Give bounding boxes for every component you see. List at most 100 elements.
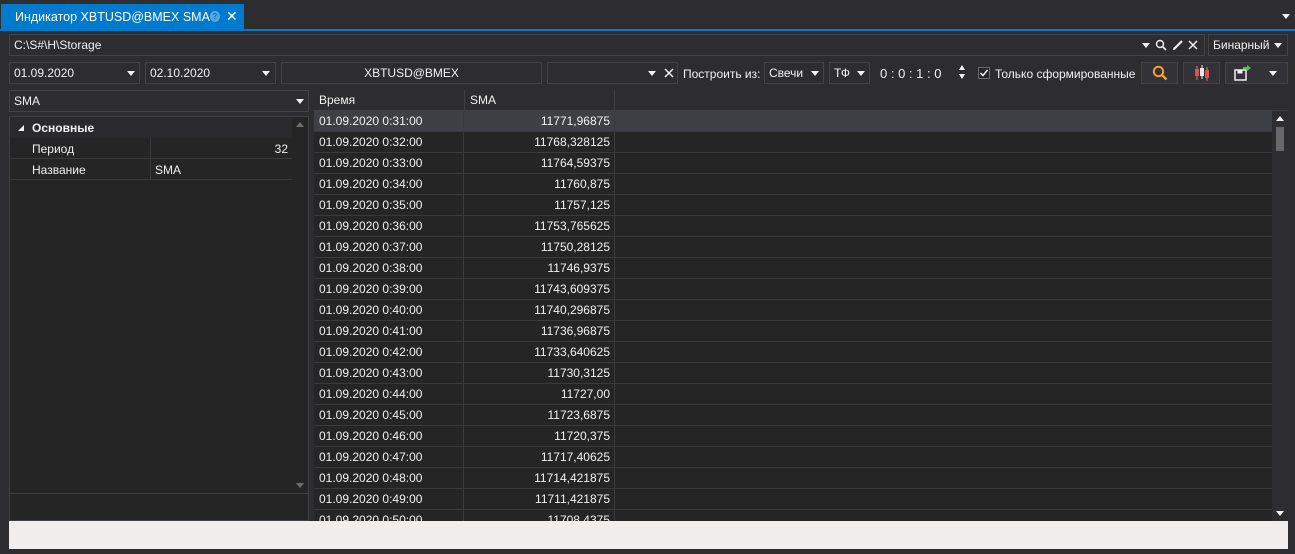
table-row[interactable]: 01.09.2020 0:45:00 11723,6875 bbox=[314, 405, 1272, 426]
property-grid: Основные Период 32 Название SMA bbox=[9, 116, 309, 521]
table-row[interactable]: 01.09.2020 0:47:00 11717,40625 bbox=[314, 447, 1272, 468]
clear-path-icon[interactable] bbox=[1188, 40, 1198, 50]
grid-scrollbar[interactable] bbox=[1272, 111, 1288, 521]
table-row[interactable]: 01.09.2020 0:36:00 11753,765625 bbox=[314, 216, 1272, 237]
cell-sma: 11730,3125 bbox=[464, 363, 615, 383]
search-icon[interactable] bbox=[1155, 39, 1167, 51]
candles-button[interactable] bbox=[1183, 62, 1220, 84]
storage-dropdown-arrow[interactable] bbox=[1142, 43, 1150, 48]
security-picker[interactable]: XBTUSD@BMEX bbox=[281, 62, 542, 84]
property-scrollbar[interactable] bbox=[292, 117, 308, 493]
build-from-dropdown-arrow[interactable] bbox=[811, 71, 819, 76]
cell-sma: 11727,00 bbox=[464, 384, 615, 404]
secondary-dropdown-arrow[interactable] bbox=[648, 71, 656, 76]
tab-title: Индикатор XBTUSD@BMEX SMA bbox=[15, 9, 210, 24]
table-row[interactable]: 01.09.2020 0:44:00 11727,00 bbox=[314, 384, 1272, 405]
scroll-down-icon[interactable] bbox=[1272, 507, 1288, 519]
values-grid: Время SMA 01.09.2020 0:31:00 11771,96875 0… bbox=[314, 90, 1288, 521]
cell-time: 01.09.2020 0:36:00 bbox=[314, 216, 464, 236]
export-dropdown-arrow[interactable] bbox=[1269, 71, 1277, 76]
cell-sma: 11723,6875 bbox=[464, 405, 615, 425]
property-row[interactable]: Период 32 bbox=[10, 138, 292, 159]
table-row[interactable]: 01.09.2020 0:46:00 11720,375 bbox=[314, 426, 1272, 447]
cell-time: 01.09.2020 0:35:00 bbox=[314, 195, 464, 215]
table-row[interactable]: 01.09.2020 0:38:00 11746,9375 bbox=[314, 258, 1272, 279]
secondary-combo[interactable] bbox=[547, 62, 678, 84]
search-button[interactable] bbox=[1141, 62, 1178, 84]
category-label: Основные bbox=[32, 121, 95, 135]
timeframe-value[interactable]: 0 : 0 : 1 : 0 bbox=[880, 66, 941, 81]
scroll-down-icon[interactable] bbox=[292, 479, 308, 491]
format-dropdown-arrow[interactable] bbox=[1274, 43, 1282, 48]
grid-body: 01.09.2020 0:31:00 11771,96875 01.09.2020 … bbox=[314, 111, 1272, 521]
column-header-time[interactable]: Время bbox=[314, 90, 465, 111]
table-row[interactable]: 01.09.2020 0:33:00 11764,59375 bbox=[314, 153, 1272, 174]
only-formed-label: Только сформированные bbox=[995, 67, 1136, 81]
property-category[interactable]: Основные bbox=[10, 117, 292, 138]
scroll-up-icon[interactable] bbox=[292, 119, 308, 131]
chevron-down-icon[interactable] bbox=[1280, 10, 1292, 22]
scroll-thumb[interactable] bbox=[1276, 127, 1284, 151]
from-date-picker[interactable]: 01.09.2020 bbox=[9, 62, 140, 84]
cell-time: 01.09.2020 0:31:00 bbox=[314, 111, 464, 131]
cell-sma: 11708,4375 bbox=[464, 510, 615, 521]
cell-time: 01.09.2020 0:42:00 bbox=[314, 342, 464, 362]
cell-time: 01.09.2020 0:49:00 bbox=[314, 489, 464, 509]
cell-time: 01.09.2020 0:50:00 bbox=[314, 510, 464, 521]
table-row[interactable]: 01.09.2020 0:49:00 11711,421875 bbox=[314, 489, 1272, 510]
cell-time: 01.09.2020 0:32:00 bbox=[314, 132, 464, 152]
table-row[interactable]: 01.09.2020 0:32:00 11768,328125 bbox=[314, 132, 1272, 153]
cell-sma: 11768,328125 bbox=[464, 132, 615, 152]
storage-path-combo[interactable]: C:\S#\H\Storage bbox=[9, 34, 1205, 56]
cell-sma: 11740,296875 bbox=[464, 300, 615, 320]
storage-path-text: C:\S#\H\Storage bbox=[14, 38, 102, 52]
cell-sma: 11736,96875 bbox=[464, 321, 615, 341]
close-icon[interactable] bbox=[664, 68, 674, 78]
cell-sma: 11711,421875 bbox=[464, 489, 615, 509]
pin-icon[interactable]: ? bbox=[209, 11, 220, 22]
tab-indicator[interactable]: Индикатор XBTUSD@BMEX SMA ? ✕ bbox=[1, 4, 244, 29]
table-row[interactable]: 01.09.2020 0:48:00 11714,421875 bbox=[314, 468, 1272, 489]
to-date-picker[interactable]: 02.10.2020 bbox=[145, 62, 276, 84]
property-row[interactable]: Название SMA bbox=[10, 159, 292, 180]
table-row[interactable]: 01.09.2020 0:42:00 11733,640625 bbox=[314, 342, 1272, 363]
table-row[interactable]: 01.09.2020 0:41:00 11736,96875 bbox=[314, 321, 1272, 342]
table-row[interactable]: 01.09.2020 0:43:00 11730,3125 bbox=[314, 363, 1272, 384]
indicator-select[interactable]: SMA bbox=[9, 90, 309, 112]
table-row[interactable]: 01.09.2020 0:35:00 11757,125 bbox=[314, 195, 1272, 216]
to-date-dropdown-arrow[interactable] bbox=[262, 71, 270, 76]
table-row[interactable]: 01.09.2020 0:31:00 11771,96875 bbox=[314, 111, 1272, 132]
cell-time: 01.09.2020 0:44:00 bbox=[314, 384, 464, 404]
status-bar bbox=[9, 521, 1288, 549]
table-row[interactable]: 01.09.2020 0:34:00 11760,875 bbox=[314, 174, 1272, 195]
table-row[interactable]: 01.09.2020 0:39:00 11743,609375 bbox=[314, 279, 1272, 300]
cell-time: 01.09.2020 0:41:00 bbox=[314, 321, 464, 341]
only-formed-checkbox[interactable] bbox=[978, 67, 990, 79]
save-export-icon bbox=[1234, 65, 1251, 81]
close-tab-icon[interactable]: ✕ bbox=[225, 8, 239, 25]
property-value[interactable]: 32 bbox=[275, 142, 288, 156]
cell-time: 01.09.2020 0:38:00 bbox=[314, 258, 464, 278]
table-row[interactable]: 01.09.2020 0:50:00 11708,4375 bbox=[314, 510, 1272, 521]
pencil-icon[interactable] bbox=[1172, 39, 1184, 51]
indicator-dropdown-arrow[interactable] bbox=[296, 99, 304, 104]
checkmark-icon bbox=[979, 69, 989, 77]
candlestick-icon bbox=[1194, 65, 1209, 81]
property-value[interactable]: SMA bbox=[155, 163, 181, 177]
timeframe-type-dropdown-arrow[interactable] bbox=[857, 71, 865, 76]
from-date-dropdown-arrow[interactable] bbox=[127, 71, 135, 76]
column-header-sma[interactable]: SMA bbox=[465, 90, 615, 111]
build-from-value: Свечи bbox=[769, 66, 804, 80]
cell-sma: 11743,609375 bbox=[464, 279, 615, 299]
grid-header: Время SMA bbox=[314, 90, 1288, 111]
scroll-up-icon[interactable] bbox=[1272, 113, 1288, 125]
cell-time: 01.09.2020 0:39:00 bbox=[314, 279, 464, 299]
expand-triangle-icon[interactable] bbox=[17, 124, 25, 132]
cell-time: 01.09.2020 0:43:00 bbox=[314, 363, 464, 383]
indicator-select-value: SMA bbox=[14, 94, 41, 108]
search-icon bbox=[1152, 65, 1167, 81]
export-button[interactable] bbox=[1225, 62, 1288, 84]
table-row[interactable]: 01.09.2020 0:40:00 11740,296875 bbox=[314, 300, 1272, 321]
table-row[interactable]: 01.09.2020 0:37:00 11750,28125 bbox=[314, 237, 1272, 258]
spinner-icon[interactable] bbox=[958, 63, 966, 81]
